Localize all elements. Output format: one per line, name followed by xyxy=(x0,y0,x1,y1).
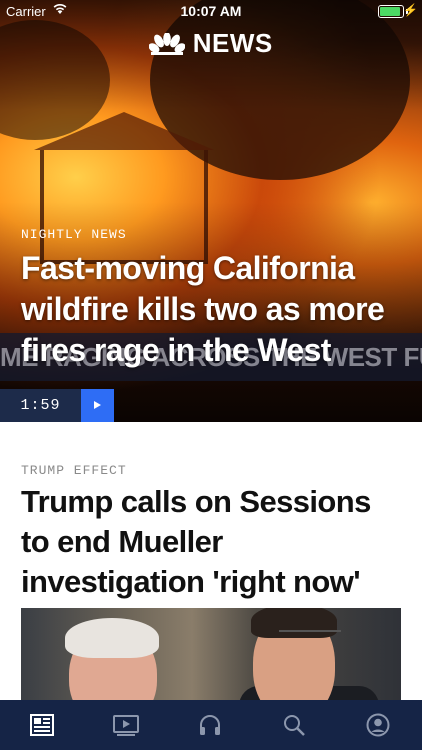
charging-bolt-icon: ⚡ xyxy=(403,3,418,17)
tab-audio[interactable] xyxy=(168,700,252,750)
hero-headline[interactable]: Fast-moving California wildfire kills tw… xyxy=(21,248,411,371)
profile-icon xyxy=(366,713,390,737)
person-hair xyxy=(65,618,159,658)
video-icon xyxy=(113,715,139,736)
brand-wordmark: NEWS xyxy=(192,28,273,58)
play-button[interactable] xyxy=(81,389,114,422)
tab-search[interactable] xyxy=(252,700,336,750)
tab-video[interactable] xyxy=(84,700,168,750)
story-section-label[interactable]: TRUMP EFFECT xyxy=(21,463,127,478)
nbc-peacock-icon xyxy=(149,32,186,55)
tab-bar xyxy=(0,700,422,750)
video-duration[interactable]: 1:59 xyxy=(0,389,81,422)
tab-news[interactable] xyxy=(0,700,84,750)
app-header: NEWS xyxy=(0,28,422,58)
play-icon xyxy=(94,401,101,409)
glasses xyxy=(279,630,341,644)
status-bar: Carrier 10:07 AM ⚡ xyxy=(0,0,422,22)
search-icon xyxy=(284,715,305,736)
story-headline[interactable]: Trump calls on Sessions to end Mueller i… xyxy=(21,482,406,602)
tab-profile[interactable] xyxy=(336,700,420,750)
battery-icon xyxy=(378,5,404,18)
story-photo[interactable] xyxy=(21,608,401,702)
news-feed-icon xyxy=(30,714,54,736)
status-time: 10:07 AM xyxy=(180,3,242,19)
hero-section-label[interactable]: NIGHTLY NEWS xyxy=(21,227,127,242)
headphones-icon xyxy=(200,715,220,735)
